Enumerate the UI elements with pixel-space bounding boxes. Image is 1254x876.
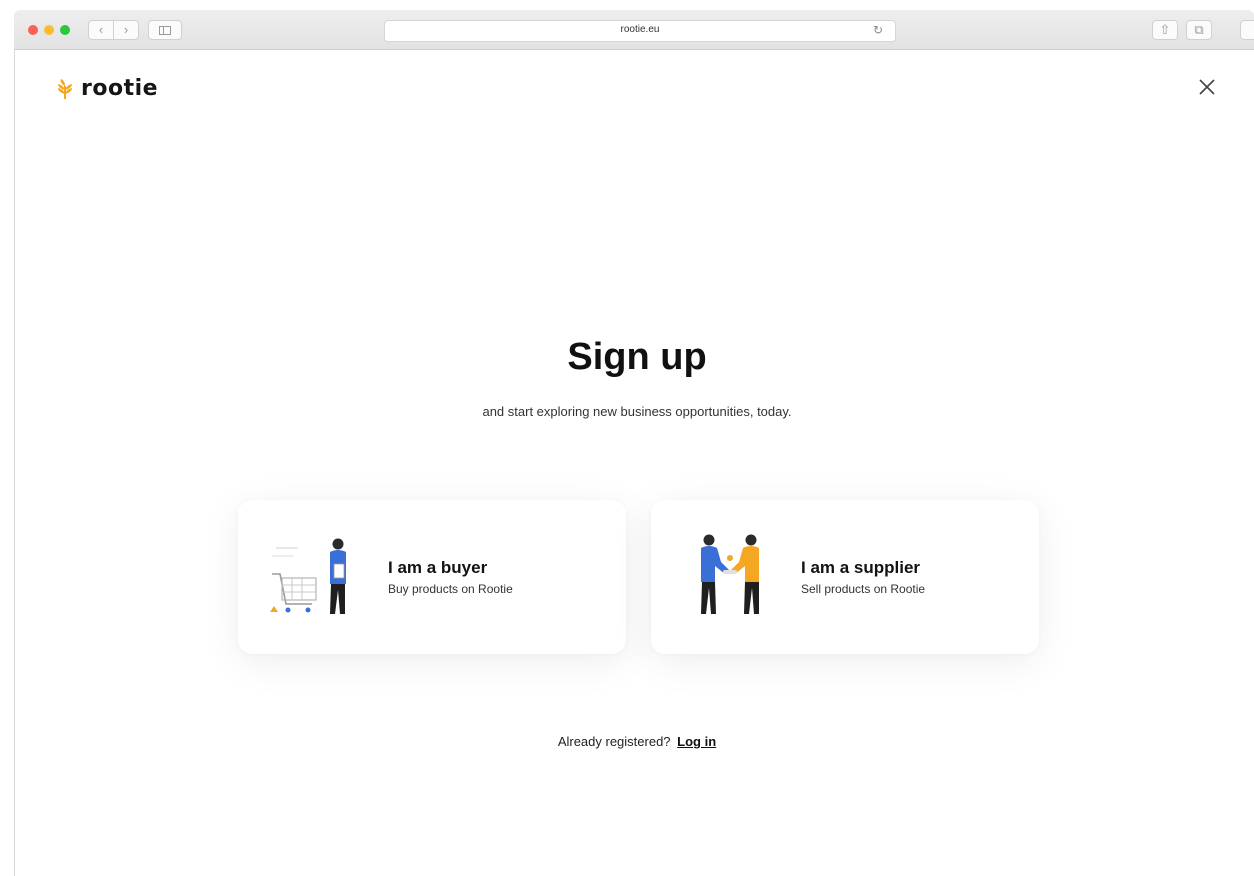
chevron-right-icon: › — [123, 22, 129, 37]
share-icon: ⇧ — [1159, 22, 1171, 37]
buyer-card-title: I am a buyer — [388, 558, 488, 577]
tabs-overview-button[interactable]: ⧉ — [1186, 20, 1212, 40]
page-subtitle: and start exploring new business opportu… — [482, 404, 792, 419]
handshake-illustration — [701, 534, 759, 614]
chevron-left-icon: ‹ — [98, 22, 104, 37]
supplier-card-title: I am a supplier — [801, 558, 921, 577]
shopping-cart-person-illustration — [270, 538, 346, 614]
logo-text: rootie — [81, 76, 159, 101]
tabs-icon: ⧉ — [1194, 22, 1204, 37]
back-button[interactable]: ‹ — [88, 20, 114, 40]
window-edge — [14, 50, 15, 876]
already-registered-text: Already registered? — [557, 734, 671, 749]
zoom-window-button[interactable] — [60, 25, 70, 35]
wheat-logo-icon — [58, 78, 72, 99]
page-title: Sign up — [567, 336, 707, 378]
already-registered-line: Already registered? Log in — [0, 734, 1254, 749]
login-link[interactable]: Log in — [677, 734, 716, 749]
supplier-option-card[interactable]: I am a supplier Sell products on Rootie — [651, 500, 1039, 654]
address-bar[interactable]: rootie.eu ↻ — [384, 20, 896, 42]
buyer-option-card[interactable]: I am a buyer Buy products on Rootie — [238, 500, 626, 654]
supplier-card-subtitle: Sell products on Rootie — [801, 582, 926, 596]
new-tab-button[interactable] — [1240, 20, 1254, 40]
url-text: rootie.eu — [620, 24, 660, 35]
sidebar-toggle-button[interactable] — [148, 20, 182, 40]
close-icon[interactable] — [1196, 76, 1218, 98]
share-button[interactable]: ⇧ — [1152, 20, 1178, 40]
forward-button[interactable]: › — [113, 20, 139, 40]
reload-icon[interactable]: ↻ — [873, 23, 883, 37]
browser-toolbar: ‹ › rootie.eu ↻ ⇧ ⧉ — [14, 10, 1254, 50]
close-window-button[interactable] — [28, 25, 38, 35]
minimize-window-button[interactable] — [44, 25, 54, 35]
buyer-card-subtitle: Buy products on Rootie — [388, 582, 513, 596]
rootie-logo[interactable]: rootie — [55, 76, 158, 101]
sidebar-icon — [159, 26, 171, 35]
